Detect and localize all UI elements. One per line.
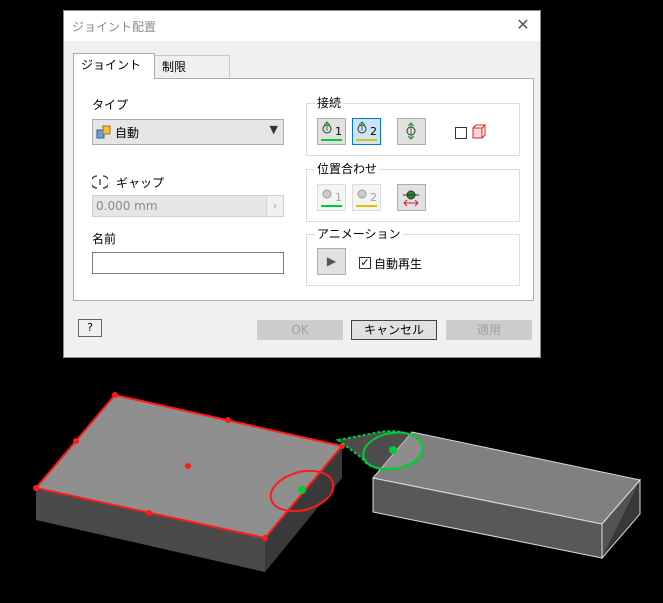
play-button[interactable]: ▶ [317, 248, 346, 275]
gap-label: ギャップ [116, 176, 165, 190]
type-label: タイプ [92, 98, 129, 112]
flip-component-button[interactable] [397, 118, 426, 145]
part-left-block[interactable] [33, 392, 345, 572]
connect-group: 接続 1 2 [306, 96, 520, 156]
chevron-down-icon: ▼ [269, 123, 278, 136]
help-button[interactable]: ? [78, 319, 102, 337]
gap-spin-button[interactable]: › [266, 196, 283, 216]
cancel-button[interactable]: キャンセル [351, 320, 437, 340]
dialog-title: ジョイント配置 [72, 20, 157, 34]
animation-label: アニメーション [315, 227, 403, 241]
name-label: 名前 [92, 232, 117, 246]
joint-placement-dialog: ジョイント配置 ✕ ジョイント 制限 タイプ 自動 ▼ ギャップ 0.000 m… [63, 10, 541, 358]
align-first-button[interactable]: 1 [317, 184, 346, 211]
joint-tab-panel: タイプ 自動 ▼ ギャップ 0.000 mm › 名前 接続 1 2 位置合わせ… [73, 78, 534, 301]
animation-group: アニメーション ▶ ✓ 自動再生 [306, 227, 520, 286]
invert-alignment-button[interactable] [397, 184, 426, 211]
tab-joint[interactable]: ジョイント [73, 53, 155, 79]
play-icon: ▶ [326, 254, 337, 268]
tab-limits[interactable]: 制限 [154, 55, 230, 79]
ok-button[interactable]: OK [257, 320, 343, 340]
type-value: 自動 [115, 126, 140, 140]
autoplay-label: 自動再生 [374, 257, 423, 271]
connect-first-number: 1 [335, 125, 342, 138]
invert-alignment-icon [403, 190, 419, 207]
align-second-button[interactable]: 2 [352, 184, 381, 211]
name-input[interactable] [92, 252, 284, 274]
connect-first-button[interactable]: 1 [317, 118, 346, 145]
help-icon: ? [87, 321, 93, 334]
part-right-block[interactable] [335, 428, 641, 560]
align-group: 位置合わせ 1 2 [306, 162, 520, 222]
connect-second-button[interactable]: 2 [352, 118, 381, 145]
flip-icon [406, 122, 416, 140]
gap-icon [92, 175, 108, 189]
apply-button[interactable]: 適用 [446, 320, 532, 340]
dialog-titlebar[interactable]: ジョイント配置 ✕ [64, 11, 540, 41]
gap-value: 0.000 mm [96, 199, 158, 213]
connect-label: 接続 [315, 96, 344, 110]
align-first-number: 1 [335, 191, 342, 204]
type-dropdown[interactable]: 自動 ▼ [92, 119, 284, 145]
connect-second-number: 2 [370, 125, 377, 138]
isolate-icon [472, 124, 487, 139]
isolate-checkbox[interactable] [455, 127, 467, 139]
gap-input[interactable]: 0.000 mm › [92, 195, 284, 217]
align-second-number: 2 [370, 191, 377, 204]
auto-joint-icon [96, 125, 111, 139]
align-label: 位置合わせ [315, 162, 380, 176]
autoplay-checkbox[interactable]: ✓ [359, 257, 371, 269]
close-icon[interactable]: ✕ [514, 15, 532, 35]
